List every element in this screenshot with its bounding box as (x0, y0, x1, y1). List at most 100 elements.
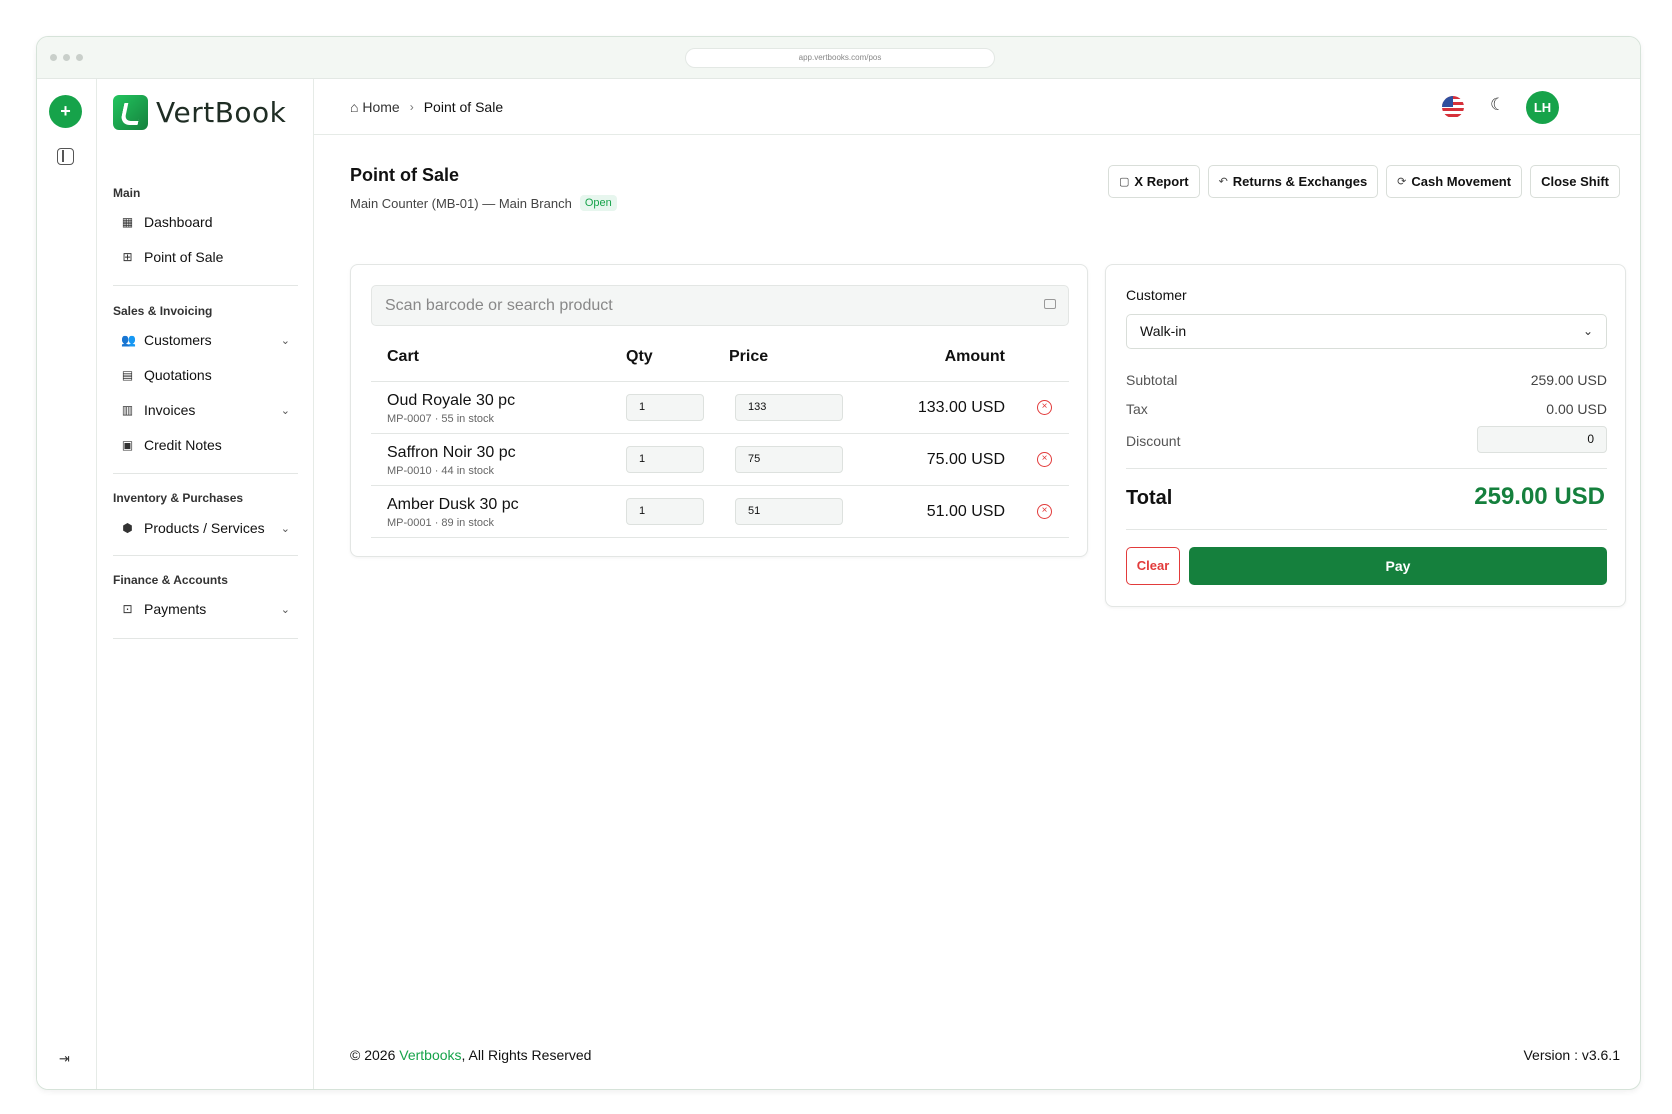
product-meta: MP-0001 · 89 in stock (387, 517, 494, 529)
sidebar-item-label: Invoices (144, 402, 196, 418)
clear-button[interactable]: Clear (1126, 547, 1180, 585)
line-amount: 51.00 USD (926, 503, 1005, 520)
chevron-down-icon: ⌄ (280, 334, 290, 347)
barcode-icon[interactable] (1044, 299, 1056, 309)
sidebar-item-credit-notes[interactable]: ▣ Credit Notes (121, 432, 296, 458)
chevron-down-icon: ⌄ (1582, 324, 1593, 338)
total-label: Total (1126, 487, 1173, 509)
moon-icon[interactable]: ☾ (1490, 95, 1505, 115)
tax-row: Tax 0.00 USD (1126, 401, 1607, 417)
sidebar-divider (113, 473, 298, 474)
register-info: Main Counter (MB-01) — Main Branch (350, 195, 572, 211)
pay-button[interactable]: Pay (1189, 547, 1607, 585)
sidebar-item-quotations[interactable]: ▤ Quotations (121, 362, 296, 388)
returns-button[interactable]: ↶ Returns & Exchanges (1207, 165, 1379, 198)
column-header-amount: Amount (944, 348, 1005, 365)
payments-icon: ⊡ (122, 601, 133, 616)
discount-input[interactable]: 0 (1477, 426, 1607, 453)
cart-table-header: Cart Qty Price Amount (371, 348, 1069, 382)
table-row: Oud Royale 30 pc MP-0007 · 55 in stock 1… (371, 382, 1069, 434)
order-summary-panel: Customer Walk-in ⌄ Subtotal 259.00 USD T… (1105, 264, 1626, 607)
brand-logo[interactable]: VertBook (113, 95, 286, 130)
table-row: Saffron Noir 30 pc MP-0010 · 44 in stock… (371, 434, 1069, 486)
logo-icon (113, 95, 148, 130)
window-controls[interactable] (50, 54, 83, 61)
logout-icon[interactable]: ⇥ (59, 1051, 70, 1067)
subtotal-value: 259.00 USD (1530, 372, 1607, 388)
chevron-right-icon: › (409, 100, 414, 114)
quick-add-button[interactable]: + (49, 95, 82, 128)
url-bar[interactable]: app.vertbooks.com/pos (685, 48, 995, 68)
invoice-icon: ▥ (121, 402, 134, 417)
sidebar-item-payments[interactable]: ⊡ Payments ⌄ (121, 596, 296, 622)
sidebar-item-label: Quotations (144, 367, 212, 383)
avatar[interactable]: LH (1526, 91, 1559, 124)
sidebar-item-label: Payments (144, 601, 207, 617)
us-flag-icon[interactable] (1442, 96, 1464, 118)
qty-input[interactable]: 1 (626, 498, 704, 525)
column-header-price: Price (729, 348, 769, 365)
icon-rail: + ⇥ (37, 79, 97, 1089)
product-name: Saffron Noir 30 pc (387, 444, 516, 461)
remove-item-icon[interactable]: × (1037, 504, 1052, 519)
version-label: Version : v3.6.1 (1523, 1047, 1620, 1063)
sidebar-item-label: Customers (144, 332, 212, 348)
close-shift-button[interactable]: Close Shift (1530, 165, 1620, 198)
sidebar-divider (113, 638, 298, 639)
brand-name: VertBook (156, 96, 287, 129)
remove-item-icon[interactable]: × (1037, 400, 1052, 415)
sidebar-item-label: Credit Notes (144, 437, 222, 453)
sidebar-item-customers[interactable]: 👥 Customers ⌄ (121, 327, 296, 353)
product-meta: MP-0010 · 44 in stock (387, 465, 494, 477)
cash-movement-button[interactable]: ⟳ Cash Movement (1386, 165, 1523, 198)
price-input[interactable]: 133 (735, 394, 843, 421)
undo-icon: ↶ (1218, 176, 1228, 188)
copyright: © 2026 Vertbooks, All Rights Reserved (350, 1047, 592, 1063)
browser-titlebar: app.vertbooks.com/pos (37, 37, 1640, 79)
status-badge: Open (579, 195, 617, 211)
discount-row: Discount 0 (1126, 426, 1607, 453)
sidebar: VertBook Main ▦ Dashboard ⊞ Point of Sal… (97, 79, 314, 1089)
tax-value: 0.00 USD (1546, 401, 1607, 417)
sidebar-item-products-services[interactable]: ⬢ Products / Services ⌄ (121, 515, 296, 541)
column-header-cart: Cart (387, 348, 420, 365)
brand-link[interactable]: Vertbooks (399, 1047, 461, 1063)
product-meta: MP-0007 · 55 in stock (387, 413, 494, 425)
chevron-down-icon: ⌄ (280, 603, 290, 616)
cash-icon: ⟳ (1397, 176, 1407, 188)
section-main: Main (113, 186, 141, 200)
report-icon: ▢ (1119, 176, 1130, 188)
subtotal-row: Subtotal 259.00 USD (1126, 372, 1607, 388)
breadcrumb: ⌂ Home › Point of Sale (350, 99, 503, 115)
breadcrumb-home[interactable]: ⌂ Home (350, 99, 400, 115)
price-input[interactable]: 51 (735, 498, 843, 525)
credit-note-icon: ▣ (121, 437, 134, 452)
sidebar-divider (113, 555, 298, 556)
qty-input[interactable]: 1 (626, 446, 704, 473)
page-subtitle: Main Counter (MB-01) — Main Branch Open (350, 195, 617, 211)
remove-item-icon[interactable]: × (1037, 452, 1052, 467)
sidebar-item-point-of-sale[interactable]: ⊞ Point of Sale (121, 244, 296, 270)
sidebar-item-dashboard[interactable]: ▦ Dashboard (121, 209, 296, 235)
section-finance: Finance & Accounts (113, 573, 228, 587)
qty-input[interactable]: 1 (626, 394, 704, 421)
price-input[interactable]: 75 (735, 446, 843, 473)
sidebar-item-label: Point of Sale (144, 249, 224, 265)
section-inventory: Inventory & Purchases (113, 491, 244, 505)
sidebar-item-invoices[interactable]: ▥ Invoices ⌄ (121, 397, 296, 423)
quotation-icon: ▤ (121, 367, 134, 382)
customer-label: Customer (1126, 287, 1187, 303)
box-icon: ⬢ (122, 520, 133, 535)
cart-panel: Scan barcode or search product Cart Qty … (350, 264, 1088, 557)
x-report-button[interactable]: ▢ X Report (1108, 165, 1200, 198)
divider (1126, 529, 1607, 530)
sidebar-toggle-icon[interactable] (57, 148, 74, 165)
column-header-qty: Qty (626, 348, 653, 365)
total-value: 259.00 USD (1474, 483, 1605, 510)
product-search-input[interactable]: Scan barcode or search product (371, 285, 1069, 326)
customer-select[interactable]: Walk-in ⌄ (1126, 314, 1607, 349)
page-title: Point of Sale (350, 165, 460, 185)
product-name: Amber Dusk 30 pc (387, 496, 519, 513)
sidebar-item-label: Dashboard (144, 214, 213, 230)
top-bar: ⌂ Home › Point of Sale ☾ LH (314, 79, 1640, 135)
